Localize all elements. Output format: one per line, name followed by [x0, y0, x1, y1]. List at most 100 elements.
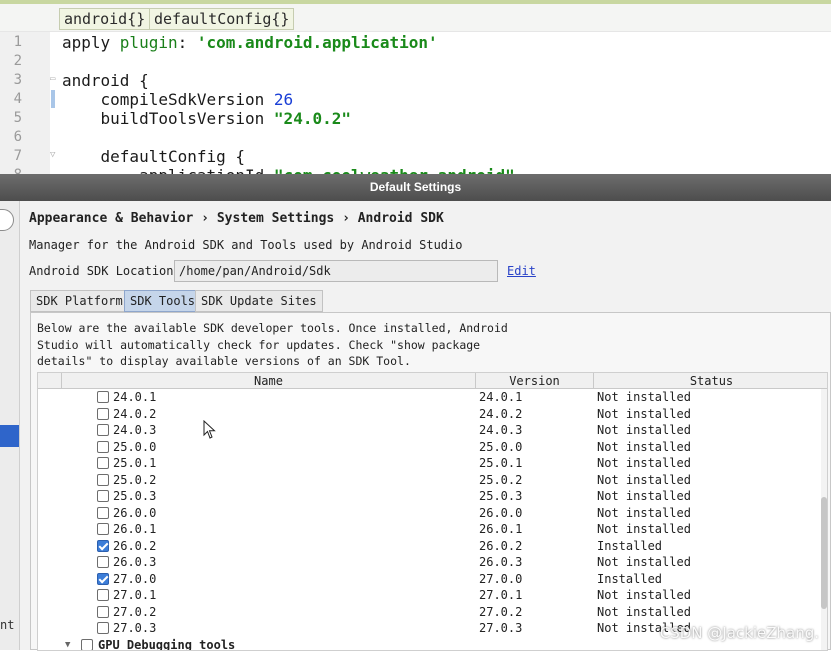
settings-dialog: Default Settings nt Appearance & Behavio… — [0, 174, 831, 650]
table-row[interactable]: 25.0.125.0.1Not installed — [38, 455, 828, 472]
table-row[interactable]: 24.0.324.0.3Not installed — [38, 422, 828, 439]
code-text: android { — [62, 71, 149, 90]
table-scrollbar[interactable] — [821, 389, 827, 651]
dialog-title[interactable]: Default Settings — [0, 174, 831, 201]
row-checkbox[interactable] — [97, 441, 109, 453]
row-version: 26.0.3 — [479, 554, 522, 571]
row-checkbox[interactable] — [97, 540, 109, 552]
row-status: Not installed — [597, 422, 691, 439]
sdk-location-label: Android SDK Location: — [29, 264, 181, 278]
code-token: buildToolsVersion — [62, 109, 274, 128]
row-checkbox[interactable] — [97, 556, 109, 568]
line-number: 4 — [0, 90, 22, 109]
table-row[interactable]: 24.0.224.0.2Not installed — [38, 406, 828, 423]
column-header-status[interactable]: Status — [594, 373, 828, 389]
row-name: 25.0.0 — [113, 439, 156, 456]
code-token: 'com.android.application' — [197, 33, 438, 52]
row-name: 27.0.0 — [113, 571, 156, 588]
row-version: 26.0.1 — [479, 521, 522, 538]
row-status: Not installed — [597, 521, 691, 538]
mouse-pointer-icon — [203, 420, 217, 440]
code-token: android { — [62, 71, 149, 90]
code-line[interactable]: 3android { — [0, 71, 831, 90]
row-name: 27.0.3 — [113, 620, 156, 637]
code-token: : — [178, 33, 197, 52]
watermark: CSDN @JackieZhang. — [660, 624, 819, 642]
row-checkbox[interactable] — [97, 490, 109, 502]
code-token: compileSdkVersion — [62, 90, 274, 109]
row-status: Not installed — [597, 587, 691, 604]
crumb-android[interactable]: android{} — [59, 8, 150, 30]
row-checkbox[interactable] — [97, 589, 109, 601]
tab-sdk-platforms[interactable]: SDK Platforms — [30, 290, 136, 312]
column-header-version[interactable]: Version — [476, 373, 594, 389]
crumb-defaultconfig[interactable]: defaultConfig{} — [149, 8, 294, 30]
code-line[interactable]: 6 — [0, 128, 831, 147]
row-status: Not installed — [597, 554, 691, 571]
row-status: Installed — [597, 571, 662, 588]
row-checkbox[interactable] — [97, 606, 109, 618]
row-checkbox[interactable] — [97, 408, 109, 420]
sdk-location-input[interactable] — [174, 260, 498, 282]
table-row[interactable]: 25.0.025.0.0Not installed — [38, 439, 828, 456]
code-text: apply plugin: 'com.android.application' — [62, 33, 438, 52]
code-line[interactable]: 1 apply plugin: 'com.android.application' — [0, 33, 831, 52]
table-row[interactable]: 26.0.126.0.1Not installed — [38, 521, 828, 538]
scrollbar-thumb[interactable] — [821, 497, 827, 609]
code-token: "24.0.2" — [274, 109, 351, 128]
row-checkbox[interactable] — [97, 523, 109, 535]
code-token: "com.coolweather.android" — [274, 166, 515, 174]
group-checkbox[interactable] — [81, 639, 93, 651]
table-row[interactable]: 24.0.124.0.1Not installed — [38, 389, 828, 406]
code-line[interactable]: 4 compileSdkVersion 26 — [0, 90, 831, 109]
editor-breadcrumb-bar: android{} defaultConfig{} — [0, 4, 831, 32]
column-header-name[interactable]: Name — [62, 373, 476, 389]
code-line[interactable]: 7 defaultConfig { — [0, 147, 831, 166]
table-row[interactable]: 27.0.127.0.1Not installed — [38, 587, 828, 604]
line-number: 8 — [0, 166, 22, 174]
tab-sdk-update-sites[interactable]: SDK Update Sites — [195, 290, 323, 312]
code-token: plugin — [120, 33, 178, 52]
row-checkbox[interactable] — [97, 622, 109, 634]
settings-search-field[interactable] — [0, 209, 14, 231]
table-row[interactable]: 27.0.027.0.0Installed — [38, 571, 828, 588]
code-token: apply — [62, 33, 120, 52]
row-name: 24.0.3 — [113, 422, 156, 439]
code-line[interactable]: 2 — [0, 52, 831, 71]
sidebar-selected-item[interactable] — [0, 425, 20, 447]
edit-sdk-location-link[interactable]: Edit — [507, 264, 536, 278]
table-row[interactable]: 26.0.326.0.3Not installed — [38, 554, 828, 571]
row-status: Installed — [597, 538, 662, 555]
table-row[interactable]: 25.0.325.0.3Not installed — [38, 488, 828, 505]
row-version: 25.0.2 — [479, 472, 522, 489]
row-name: 25.0.1 — [113, 455, 156, 472]
settings-content: Appearance & Behavior › System Settings … — [20, 201, 831, 650]
row-checkbox[interactable] — [97, 391, 109, 403]
expand-caret-icon[interactable]: ▼ — [65, 637, 70, 651]
row-checkbox[interactable] — [97, 457, 109, 469]
row-checkbox[interactable] — [97, 507, 109, 519]
code-line[interactable]: 8 applicationId "com.coolweather.android… — [0, 166, 831, 174]
line-number: 2 — [0, 52, 22, 71]
row-version: 25.0.3 — [479, 488, 522, 505]
table-row[interactable]: 27.0.227.0.2Not installed — [38, 604, 828, 621]
row-name: 26.0.0 — [113, 505, 156, 522]
code-line[interactable]: 5 buildToolsVersion "24.0.2" — [0, 109, 831, 128]
row-checkbox[interactable] — [97, 573, 109, 585]
table-header: Name Version Status — [38, 373, 828, 389]
table-row[interactable]: 26.0.026.0.0Not installed — [38, 505, 828, 522]
sdk-tools-panel: Below are the available SDK developer to… — [30, 312, 831, 650]
tab-sdk-tools[interactable]: SDK Tools — [124, 290, 201, 312]
row-checkbox[interactable] — [97, 424, 109, 436]
sidebar-item-label[interactable]: nt — [0, 618, 14, 632]
code-token: defaultConfig { — [62, 147, 245, 166]
code-editor[interactable]: android{} defaultConfig{} ▭ ▽ 1apply plu… — [0, 0, 831, 174]
table-row[interactable]: 26.0.226.0.2Installed — [38, 538, 828, 555]
row-version: 26.0.0 — [479, 505, 522, 522]
line-number: 1 — [0, 33, 22, 52]
row-version: 25.0.0 — [479, 439, 522, 456]
row-name: 25.0.2 — [113, 472, 156, 489]
row-checkbox[interactable] — [97, 474, 109, 486]
table-row[interactable]: 25.0.225.0.2Not installed — [38, 472, 828, 489]
row-name: 26.0.2 — [113, 538, 156, 555]
